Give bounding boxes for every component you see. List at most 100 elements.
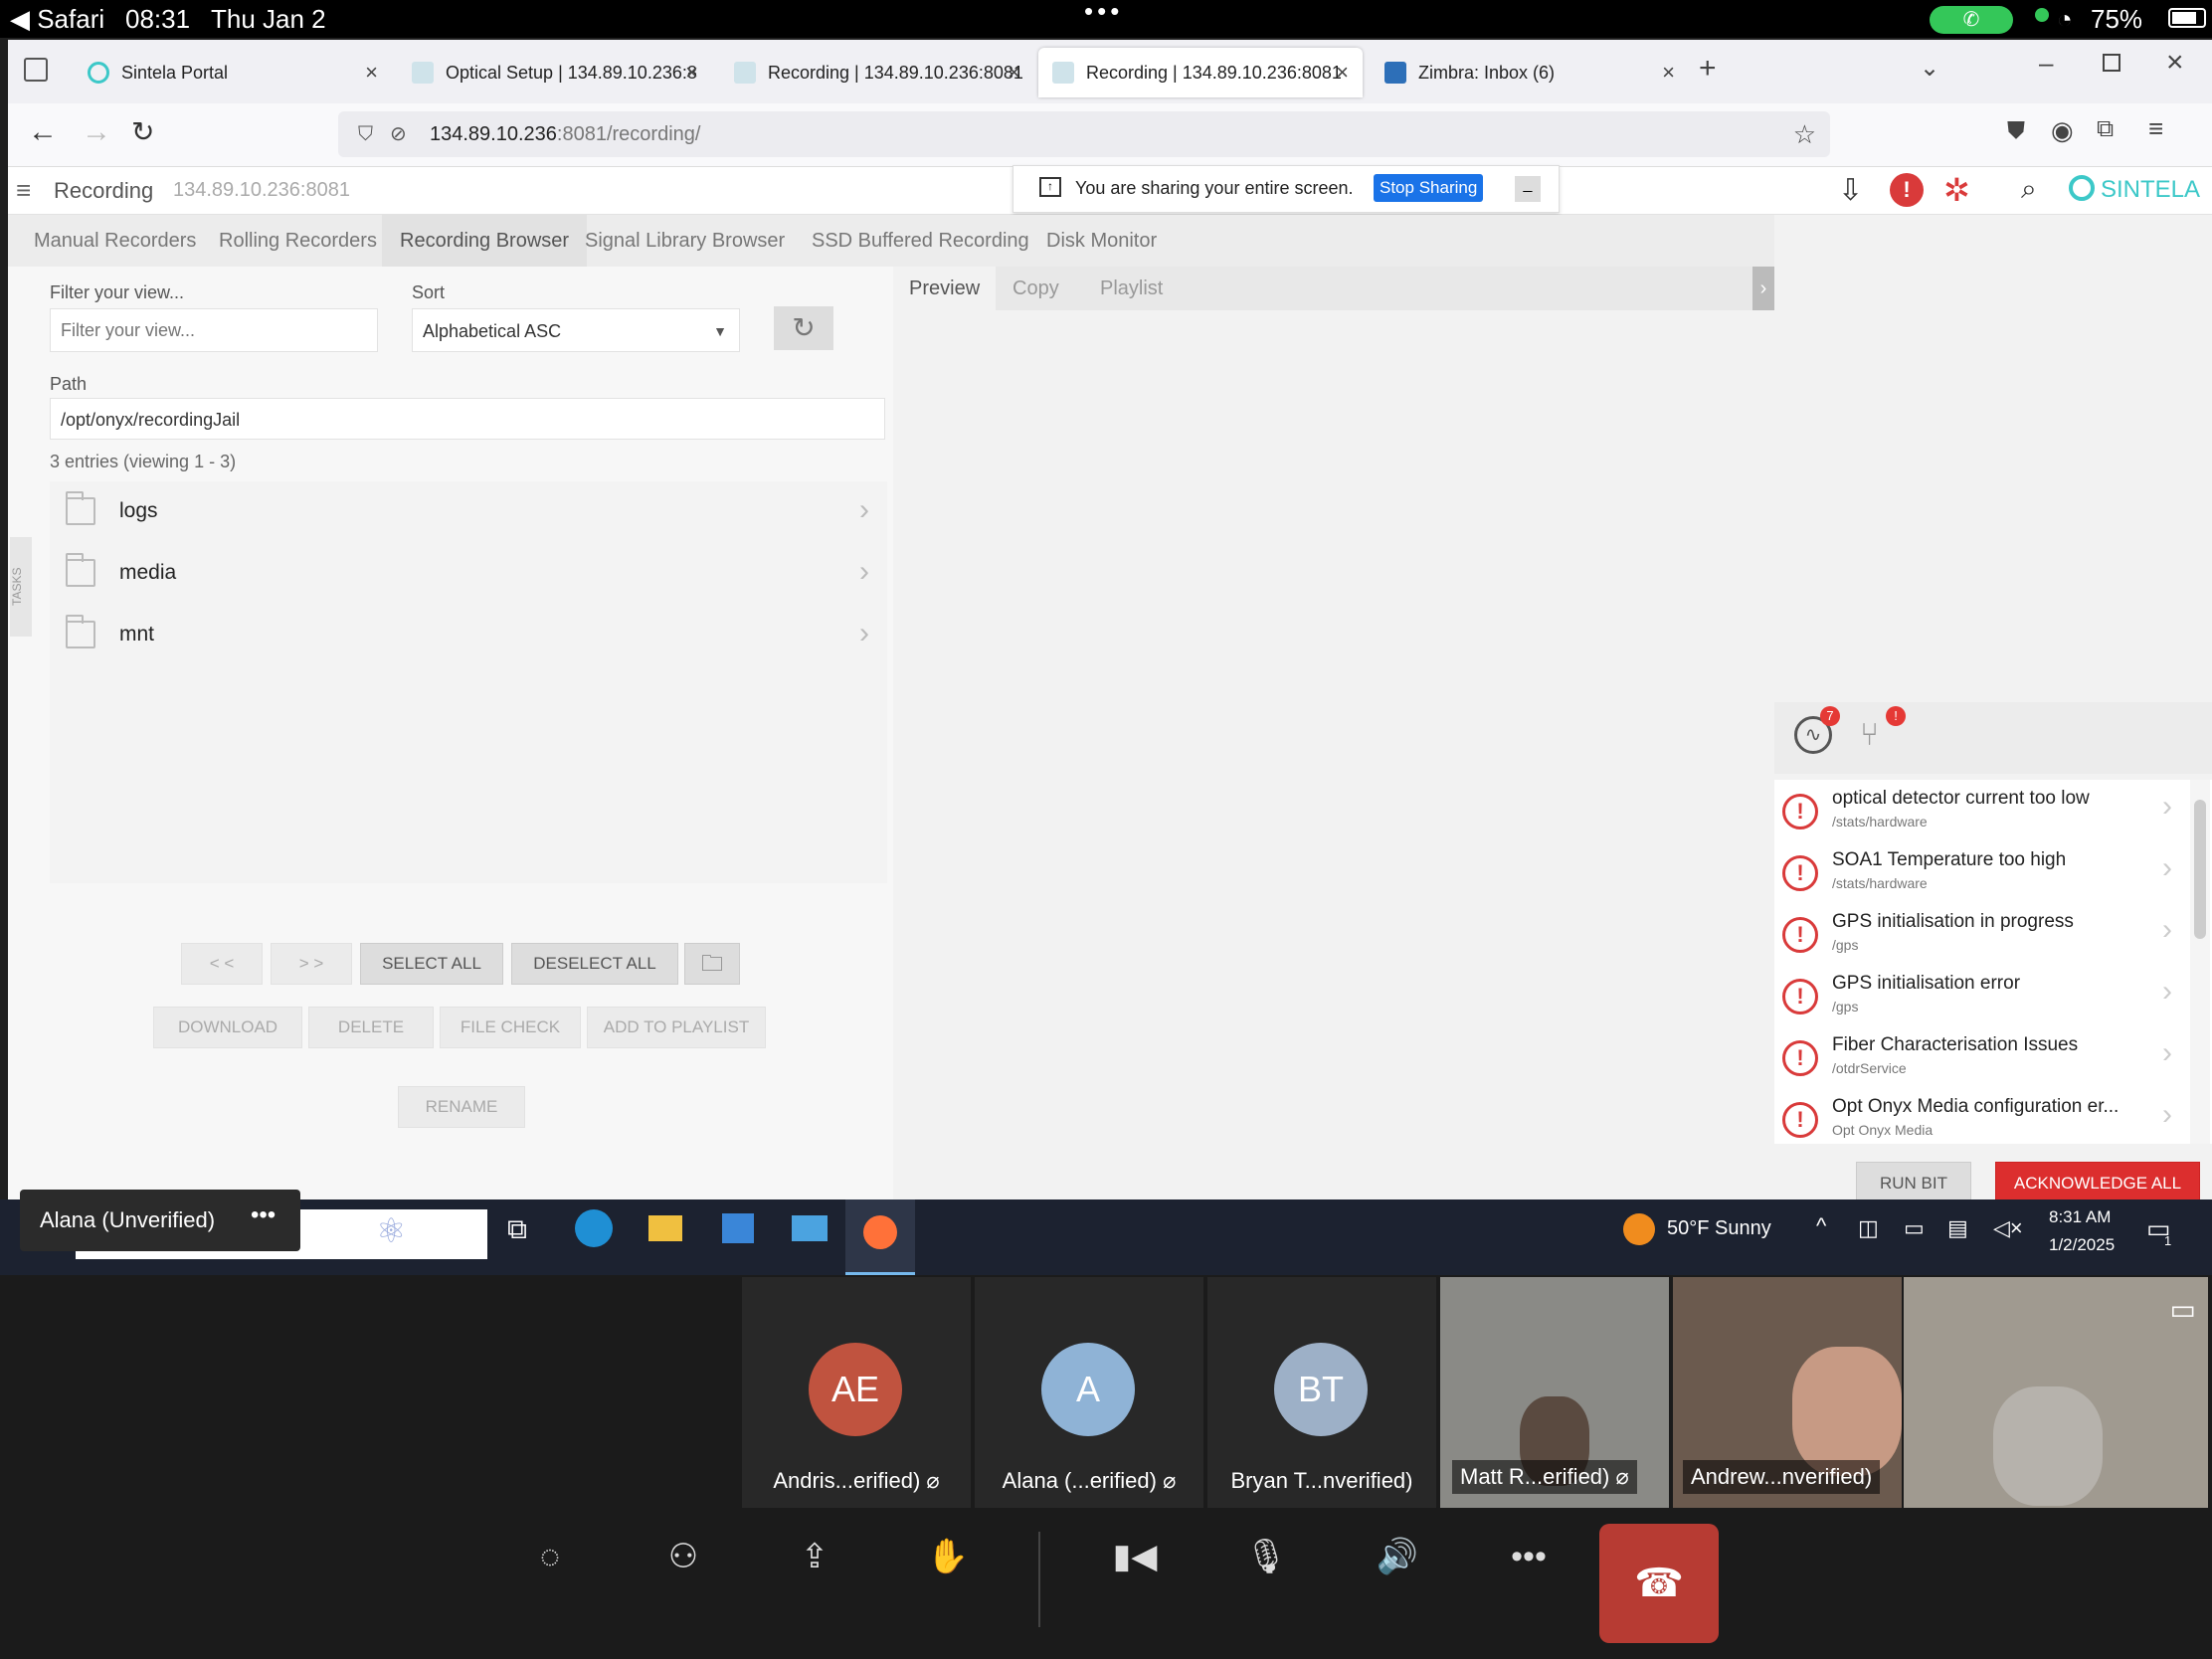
list-item[interactable]: mnt ›: [50, 605, 887, 666]
new-tab-button[interactable]: +: [1699, 52, 1717, 86]
filter-input[interactable]: [50, 308, 378, 352]
call-pill-icon[interactable]: ✆: [1930, 6, 2013, 34]
add-to-playlist-button[interactable]: ADD TO PLAYLIST: [587, 1007, 766, 1048]
select-all-button[interactable]: SELECT ALL: [360, 943, 503, 985]
mail-icon[interactable]: [792, 1215, 828, 1241]
tab-disk-monitor[interactable]: Disk Monitor: [1028, 215, 1175, 267]
search-icon[interactable]: ⌕: [2021, 173, 2037, 206]
close-icon[interactable]: ×: [685, 60, 698, 86]
alert-item[interactable]: ! Opt Onyx Media configuration er... Opt O…: [1774, 1088, 2182, 1144]
alert-item[interactable]: ! Fiber Characterisation Issues/otdrServi…: [1774, 1026, 2182, 1088]
new-folder-icon[interactable]: 🗀: [684, 943, 740, 985]
account-icon[interactable]: ◉: [2051, 115, 2074, 146]
tab-optical-setup[interactable]: Optical Setup | 134.89.10.236:8 ×: [398, 48, 712, 97]
alert-icon[interactable]: !: [1890, 173, 1924, 207]
network-tray-icon[interactable]: ▤: [1947, 1215, 1968, 1241]
forward-icon[interactable]: →: [82, 115, 111, 149]
camera-icon[interactable]: ▭: [2170, 1293, 2196, 1326]
tab-preview[interactable]: Preview: [893, 267, 997, 310]
chevron-right-icon[interactable]: ›: [859, 493, 869, 527]
hang-up-button[interactable]: ☎: [1599, 1524, 1719, 1643]
prev-page-button[interactable]: < <: [181, 943, 263, 985]
tab-overview-icon[interactable]: [24, 58, 48, 82]
close-icon[interactable]: ×: [1662, 60, 1675, 86]
tab-zimbra[interactable]: Zimbra: Inbox (6) ×: [1371, 48, 1689, 97]
delete-button[interactable]: DELETE: [308, 1007, 434, 1048]
more-dots-icon[interactable]: •••: [1084, 0, 1123, 27]
participant-tile[interactable]: BT Bryan T...nverified): [1207, 1277, 1436, 1508]
download-status-icon[interactable]: ⇩: [1838, 173, 1863, 208]
extensions-icon[interactable]: ⧉: [2097, 115, 2114, 143]
edge-icon[interactable]: [575, 1209, 613, 1247]
sort-select[interactable]: Alphabetical ASC ▼: [412, 308, 740, 352]
minimize-button[interactable]: –: [2039, 48, 2053, 79]
tab-sintela-portal[interactable]: Sintela Portal ×: [74, 48, 392, 97]
tab-ssd-buffered-recording[interactable]: SSD Buffered Recording: [794, 215, 1047, 267]
refresh-button[interactable]: ↻: [774, 306, 833, 350]
scrollbar[interactable]: [2190, 780, 2210, 1144]
raise-hand-icon[interactable]: ✋: [913, 1522, 983, 1591]
collapse-chevron-icon[interactable]: ›: [1752, 267, 1774, 310]
next-page-button[interactable]: > >: [271, 943, 352, 985]
address-bar[interactable]: ⛉ ⊘ 134.89.10.236:8081/recording/ ☆: [338, 111, 1830, 157]
network-icon[interactable]: ✲: [1943, 171, 1970, 209]
participants-icon[interactable]: ⚇: [648, 1522, 718, 1591]
participant-video-tile[interactable]: Andrew...nverified): [1673, 1277, 1902, 1508]
file-check-button[interactable]: FILE CHECK: [440, 1007, 581, 1048]
file-explorer-icon[interactable]: [648, 1215, 682, 1241]
video-camera-icon[interactable]: ▮◀: [1100, 1522, 1170, 1591]
participant-tile[interactable]: A Alana (...erified) ⌀: [975, 1277, 1203, 1508]
tab-recording-1[interactable]: Recording | 134.89.10.236:8081 ×: [720, 48, 1034, 97]
store-icon[interactable]: [722, 1213, 754, 1243]
tray-app-icon[interactable]: ◫: [1858, 1215, 1879, 1241]
path-field[interactable]: /opt/onyx/recordingJail: [50, 398, 885, 440]
tab-playlist[interactable]: Playlist: [1086, 267, 1177, 310]
tab-recording-browser[interactable]: Recording Browser: [382, 215, 588, 267]
microphone-icon[interactable]: 🎙: [1231, 1522, 1301, 1591]
hide-banner-button[interactable]: _: [1515, 176, 1541, 202]
pocket-icon[interactable]: ⛊: [2007, 117, 2025, 145]
tab-signal-library-browser[interactable]: Signal Library Browser: [567, 215, 803, 267]
reload-icon[interactable]: ↻: [131, 115, 154, 148]
tray-chevron-icon[interactable]: ^: [1816, 1213, 1826, 1239]
speaker-icon[interactable]: 🔊: [1363, 1522, 1432, 1591]
close-icon[interactable]: ×: [365, 60, 378, 86]
scrollbar-thumb[interactable]: [2194, 800, 2206, 939]
tab-manual-recorders[interactable]: Manual Recorders: [16, 215, 214, 267]
tree-icon[interactable]: ⑂: [1860, 716, 1879, 753]
more-icon[interactable]: •••: [1494, 1522, 1564, 1591]
participant-video-tile[interactable]: Matt R...erified) ⌀: [1440, 1277, 1669, 1508]
task-view-icon[interactable]: ⧉: [507, 1213, 527, 1246]
participant-tile[interactable]: AE Andris...erified) ⌀: [742, 1277, 971, 1508]
share-icon[interactable]: ⇪: [780, 1522, 849, 1591]
battery-tray-icon[interactable]: ▭: [1904, 1215, 1925, 1241]
alert-item[interactable]: ! GPS initialisation error/gps ›: [1774, 965, 2182, 1026]
back-icon[interactable]: ←: [28, 115, 58, 149]
download-button[interactable]: DOWNLOAD: [153, 1007, 302, 1048]
rename-button[interactable]: RENAME: [398, 1086, 525, 1128]
hamburger-icon[interactable]: ≡: [16, 175, 31, 206]
list-item[interactable]: logs ›: [50, 481, 887, 543]
tasks-tab[interactable]: TASKS: [10, 537, 32, 637]
chevron-right-icon[interactable]: ›: [859, 617, 869, 650]
menu-icon[interactable]: ≡: [2148, 113, 2163, 144]
tab-list-chevron-icon[interactable]: ⌄: [1920, 54, 1939, 83]
restore-button[interactable]: [2103, 54, 2120, 72]
firefox-taskbar-item[interactable]: [845, 1199, 915, 1275]
stop-sharing-button[interactable]: Stop Sharing: [1374, 174, 1484, 202]
close-icon[interactable]: ×: [1008, 60, 1020, 86]
tab-recording-active[interactable]: Recording | 134.89.10.236:8081 ×: [1038, 48, 1363, 97]
chat-icon[interactable]: ◌: [515, 1522, 585, 1591]
alert-item[interactable]: ! optical detector current too low/stats/…: [1774, 780, 2182, 841]
close-icon[interactable]: ×: [1336, 60, 1349, 86]
deselect-all-button[interactable]: DESELECT ALL: [511, 943, 678, 985]
list-item[interactable]: media ›: [50, 543, 887, 605]
bookmark-star-icon[interactable]: ☆: [1793, 111, 1816, 157]
tab-copy[interactable]: Copy: [999, 267, 1073, 310]
volume-muted-icon[interactable]: ◁×: [1993, 1215, 2023, 1241]
close-window-button[interactable]: ×: [2166, 46, 2184, 80]
alert-item[interactable]: ! SOA1 Temperature too high/stats/hardwar…: [1774, 841, 2182, 903]
alert-item[interactable]: ! GPS initialisation in progress/gps ›: [1774, 903, 2182, 965]
back-to-app[interactable]: ◀ Safari: [10, 4, 104, 35]
chevron-right-icon[interactable]: ›: [859, 555, 869, 589]
